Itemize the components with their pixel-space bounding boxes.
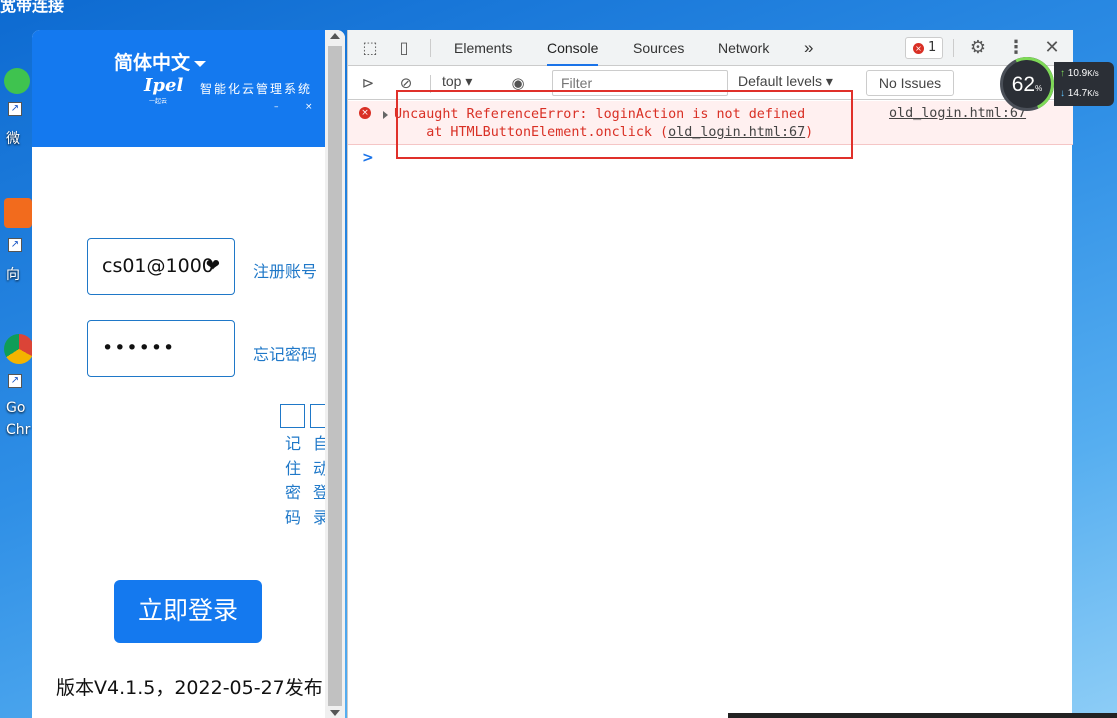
close-icon[interactable]: ✕ bbox=[1042, 38, 1062, 58]
chrome-shortcut[interactable]: ↗ bbox=[0, 330, 34, 390]
language-label: 简体中文 bbox=[114, 52, 191, 74]
forgot-password-link[interactable]: 忘记密码 bbox=[253, 341, 317, 365]
error-count: 1 bbox=[928, 40, 937, 55]
minimize-button[interactable]: – bbox=[274, 102, 279, 112]
register-link[interactable]: 注册账号 bbox=[253, 258, 317, 282]
download-unit: K/s bbox=[1087, 89, 1099, 98]
chrome-icon bbox=[4, 334, 34, 364]
context-selector[interactable]: top ▾ bbox=[442, 73, 472, 90]
password-input[interactable]: •••••• bbox=[87, 320, 235, 377]
brand-logo-sub: 一起云 bbox=[149, 98, 168, 105]
chrome-label-2: Chr bbox=[6, 422, 31, 438]
upload-value: 10.9 bbox=[1067, 68, 1088, 79]
sidebar-toggle-icon[interactable]: ⊳ bbox=[358, 73, 378, 93]
download-speed: ↓ 14.7K/s bbox=[1060, 88, 1099, 99]
caret-down-icon bbox=[194, 60, 207, 67]
devtools-tabbar: ⬚ ▯ Elements Console Sources Network » ×… bbox=[348, 30, 1073, 66]
video-app-icon bbox=[4, 198, 32, 228]
device-toolbar-icon[interactable]: ▯ bbox=[394, 38, 414, 58]
upload-speed: ↑ 10.9K/s bbox=[1060, 68, 1099, 79]
chrome-label-1: Go bbox=[6, 400, 26, 416]
divider bbox=[430, 39, 431, 57]
gauge-percent: 62% bbox=[1003, 73, 1051, 97]
scroll-up-icon[interactable] bbox=[330, 33, 340, 39]
language-selector[interactable]: 简体中文 bbox=[114, 48, 207, 75]
shortcut-arrow-icon: ↗ bbox=[8, 102, 22, 116]
shortcut-arrow-icon: ↗ bbox=[8, 374, 22, 388]
brand-slogan: 智能化云管理系统 bbox=[200, 82, 313, 96]
error-count-badge[interactable]: × 1 bbox=[905, 37, 943, 59]
wechat-icon bbox=[4, 68, 30, 94]
tab-sources[interactable]: Sources bbox=[633, 30, 684, 66]
log-levels-label: Default levels bbox=[738, 73, 823, 89]
context-label: top bbox=[442, 73, 462, 89]
download-arrow-icon: ↓ bbox=[1060, 88, 1065, 99]
tab-network[interactable]: Network bbox=[718, 30, 769, 66]
version-text: 版本V4.1.5，2022-05-27发布 bbox=[56, 677, 323, 699]
account-input[interactable]: cs01@1000 ❤ bbox=[87, 238, 235, 295]
gauge-percent-unit: % bbox=[1035, 84, 1043, 93]
wechat-label: 微 bbox=[6, 131, 20, 147]
shortcut-arrow-icon: ↗ bbox=[8, 238, 22, 252]
error-highlight-box bbox=[396, 90, 853, 159]
devtools-panel: ⬚ ▯ Elements Console Sources Network » ×… bbox=[347, 30, 1073, 718]
speed-panel: ↑ 10.9K/s ↓ 14.7K/s bbox=[1054, 62, 1114, 106]
tab-console[interactable]: Console bbox=[547, 30, 599, 66]
scrollbar-thumb[interactable] bbox=[328, 46, 342, 706]
gear-icon[interactable]: ⚙ bbox=[968, 38, 988, 58]
brand-logo: Ipel bbox=[144, 75, 184, 96]
account-value: cs01@1000 bbox=[102, 255, 214, 277]
network-gauge[interactable]: 62% bbox=[992, 49, 1062, 119]
error-source-link[interactable]: old_login.html:67 bbox=[889, 106, 1026, 121]
upload-arrow-icon: ↑ bbox=[1060, 68, 1065, 79]
scrollbar[interactable] bbox=[325, 30, 345, 718]
video-label: 向 bbox=[6, 267, 20, 283]
taskbar-edge bbox=[728, 713, 1117, 718]
kebab-menu-icon[interactable]: ⋮ bbox=[1006, 38, 1026, 58]
password-value: •••••• bbox=[102, 337, 176, 359]
video-shortcut[interactable]: ↗ bbox=[0, 194, 32, 254]
upload-unit: K/s bbox=[1087, 69, 1099, 78]
desktop-top-label: 宽带连接 bbox=[0, 0, 65, 15]
close-button[interactable]: × bbox=[305, 102, 313, 112]
inspect-element-icon[interactable]: ⬚ bbox=[360, 38, 380, 58]
more-tabs-button[interactable]: » bbox=[804, 30, 813, 66]
wechat-shortcut[interactable]: ↗ bbox=[0, 60, 32, 120]
error-icon: × bbox=[359, 107, 371, 119]
login-button[interactable]: 立即登录 bbox=[114, 580, 262, 643]
login-header: 简体中文 Ipel 一起云 智能化云管理系统 – × bbox=[32, 30, 325, 147]
issues-button[interactable]: No Issues bbox=[866, 70, 954, 96]
console-prompt[interactable]: > bbox=[362, 150, 374, 166]
log-levels-dropdown[interactable]: Default levels ▾ bbox=[738, 73, 833, 90]
expand-triangle-icon[interactable] bbox=[383, 111, 388, 119]
login-window: 简体中文 Ipel 一起云 智能化云管理系统 – × cs01@1000 ❤ 注… bbox=[32, 30, 345, 718]
remember-password-label: 记住密码 bbox=[284, 434, 301, 527]
scroll-down-icon[interactable] bbox=[330, 710, 340, 716]
heart-icon: ❤ bbox=[205, 256, 220, 276]
remember-password-checkbox[interactable] bbox=[280, 404, 305, 428]
tab-elements[interactable]: Elements bbox=[454, 30, 512, 66]
download-value: 14.7 bbox=[1067, 88, 1088, 99]
error-icon: × bbox=[913, 43, 924, 54]
divider bbox=[953, 39, 954, 57]
gauge-percent-value: 62 bbox=[1011, 73, 1036, 96]
